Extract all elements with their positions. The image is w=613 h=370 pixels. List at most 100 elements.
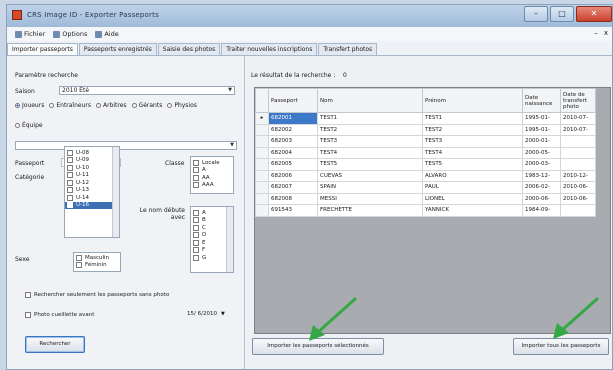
table-cell[interactable]: YANNICK bbox=[422, 204, 523, 217]
row-header[interactable] bbox=[255, 181, 269, 194]
table-cell[interactable]: 1983-12- bbox=[522, 169, 561, 182]
tab-transfert-photos[interactable]: Transfert photos bbox=[318, 43, 378, 55]
table-cell[interactable]: 682008 bbox=[268, 192, 318, 205]
rechercher-button[interactable]: Rechercher bbox=[25, 336, 85, 353]
table-cell[interactable]: 1995-01- bbox=[522, 112, 561, 125]
table-cell[interactable] bbox=[560, 158, 596, 171]
list-item[interactable]: A bbox=[191, 167, 233, 175]
categorie-scrollbar[interactable] bbox=[112, 147, 119, 237]
table-cell[interactable]: 2000-01- bbox=[522, 135, 561, 148]
radio-joueurs[interactable]: Joueurs bbox=[15, 102, 44, 109]
list-item[interactable]: Masculin bbox=[74, 254, 120, 262]
list-item[interactable]: AAA bbox=[191, 182, 233, 190]
table-row[interactable]: 682003 TEST3 TEST3 2000-01- bbox=[255, 135, 596, 148]
table-cell[interactable]: FRECHETTE bbox=[317, 204, 423, 217]
row-header[interactable] bbox=[255, 146, 269, 159]
table-cell[interactable]: 2000-03- bbox=[522, 158, 561, 171]
menu-options[interactable]: Options bbox=[53, 30, 87, 38]
table-cell[interactable]: 682003 bbox=[268, 135, 318, 148]
mdi-close-button[interactable]: x bbox=[604, 29, 608, 37]
table-cell[interactable]: 2010-06- bbox=[560, 181, 596, 194]
row-header[interactable] bbox=[255, 192, 269, 205]
table-cell[interactable]: TEST2 bbox=[422, 123, 523, 136]
table-cell[interactable]: TEST5 bbox=[422, 158, 523, 171]
table-cell[interactable]: 691543 bbox=[268, 204, 318, 217]
photo-avant-checkbox[interactable]: Photo cueillette avant bbox=[25, 312, 94, 318]
classe-list[interactable]: Locale A AA AAA bbox=[190, 156, 234, 194]
saison-select[interactable]: 2010 Été ▼ bbox=[59, 86, 235, 95]
date-picker[interactable]: 15/ 6/2010 ▼ bbox=[187, 311, 225, 317]
list-item[interactable]: U-11 bbox=[65, 172, 119, 180]
equipe-select[interactable]: ▼ bbox=[15, 141, 237, 150]
table-cell[interactable]: 2000-05- bbox=[522, 146, 561, 159]
list-item[interactable]: AA bbox=[191, 174, 233, 182]
minimize-button[interactable]: – bbox=[524, 6, 548, 22]
list-item[interactable]: U-10 bbox=[65, 164, 119, 172]
table-cell[interactable]: 2006-02- bbox=[522, 181, 561, 194]
list-item[interactable]: U-09 bbox=[65, 157, 119, 165]
list-item[interactable]: Féminin bbox=[74, 262, 120, 270]
table-cell[interactable]: TEST4 bbox=[317, 146, 423, 159]
table-cell[interactable]: 682004 bbox=[268, 146, 318, 159]
table-row[interactable]: 682005 TEST5 TEST5 2000-03- bbox=[255, 158, 596, 171]
sexe-list[interactable]: Masculin Féminin bbox=[73, 252, 121, 272]
letter-list[interactable]: A B C D E F G bbox=[190, 206, 234, 273]
table-row[interactable]: 682004 TEST4 TEST4 2000-05- bbox=[255, 146, 596, 159]
radio-physios[interactable]: Physios bbox=[167, 102, 197, 109]
radio-entraineurs[interactable]: Entraîneurs bbox=[49, 102, 91, 109]
table-cell[interactable]: CUEVAS bbox=[317, 169, 423, 182]
radio-equipe[interactable]: Équipe bbox=[15, 122, 43, 129]
col-header-nom[interactable]: Nom bbox=[317, 88, 423, 113]
row-header[interactable] bbox=[255, 204, 269, 217]
table-cell[interactable]: SPAIN bbox=[317, 181, 423, 194]
row-header[interactable] bbox=[255, 169, 269, 182]
table-row[interactable]: 682007 SPAIN PAUL 2006-02- 2010-06- bbox=[255, 181, 596, 194]
table-row[interactable]: 682006 CUEVAS ALVARO 1983-12- 2010-12- bbox=[255, 169, 596, 182]
col-header-prenom[interactable]: Prénom bbox=[422, 88, 523, 113]
tab-passeports-enregistres[interactable]: Passeports enregistrés bbox=[78, 43, 157, 55]
table-cell[interactable]: 2010-07- bbox=[560, 112, 596, 125]
table-cell[interactable]: PAUL bbox=[422, 181, 523, 194]
table-cell[interactable]: 682006 bbox=[268, 169, 318, 182]
table-cell[interactable]: TEST2 bbox=[317, 123, 423, 136]
radio-arbitres[interactable]: Arbitres bbox=[96, 102, 127, 109]
table-cell[interactable]: 2010-12- bbox=[560, 169, 596, 182]
menu-fichier[interactable]: Fichier bbox=[15, 30, 45, 38]
table-cell[interactable]: MESSI bbox=[317, 192, 423, 205]
list-item[interactable]: U-14 bbox=[65, 194, 119, 202]
row-header[interactable] bbox=[255, 135, 269, 148]
table-cell[interactable] bbox=[560, 146, 596, 159]
row-header[interactable]: ▸ bbox=[255, 112, 269, 125]
radio-gerants[interactable]: Gérants bbox=[131, 102, 162, 109]
table-row[interactable]: ▸ 682001 TEST1 TEST1 1995-01- 2010-07- bbox=[255, 112, 596, 125]
table-cell[interactable]: 2010-06- bbox=[560, 192, 596, 205]
table-cell[interactable]: LIONEL bbox=[422, 192, 523, 205]
table-cell[interactable]: 682007 bbox=[268, 181, 318, 194]
table-cell[interactable]: TEST1 bbox=[317, 112, 423, 125]
mdi-minimize-button[interactable]: – bbox=[594, 29, 598, 37]
table-cell[interactable]: ALVARO bbox=[422, 169, 523, 182]
table-cell[interactable]: TEST4 bbox=[422, 146, 523, 159]
table-cell[interactable]: TEST1 bbox=[422, 112, 523, 125]
table-cell[interactable]: TEST3 bbox=[317, 135, 423, 148]
table-cell[interactable] bbox=[560, 204, 596, 217]
table-cell[interactable]: 2010-07- bbox=[560, 123, 596, 136]
table-cell[interactable]: 682002 bbox=[268, 123, 318, 136]
col-header-date-transfert[interactable]: Date de transfert photo bbox=[560, 88, 596, 113]
table-cell[interactable]: 682005 bbox=[268, 158, 318, 171]
list-item[interactable]: U-13 bbox=[65, 187, 119, 195]
table-cell[interactable]: 682001 bbox=[268, 112, 318, 125]
col-header-passeport[interactable]: Passeport bbox=[268, 88, 318, 113]
table-cell[interactable]: TEST3 bbox=[422, 135, 523, 148]
close-button[interactable]: ✕ bbox=[576, 6, 612, 22]
row-header[interactable] bbox=[255, 158, 269, 171]
table-cell[interactable]: 1995-01- bbox=[522, 123, 561, 136]
tab-saisie-photos[interactable]: Saisie des photos bbox=[157, 43, 221, 55]
table-row[interactable]: 691543 FRECHETTE YANNICK 1984-09- bbox=[255, 204, 596, 217]
row-header[interactable] bbox=[255, 123, 269, 136]
menu-aide[interactable]: Aide bbox=[95, 30, 119, 38]
maximize-button[interactable]: □ bbox=[550, 6, 574, 22]
letter-scrollbar[interactable] bbox=[226, 207, 233, 272]
table-row[interactable]: 682002 TEST2 TEST2 1995-01- 2010-07- bbox=[255, 123, 596, 136]
table-cell[interactable]: TEST5 bbox=[317, 158, 423, 171]
